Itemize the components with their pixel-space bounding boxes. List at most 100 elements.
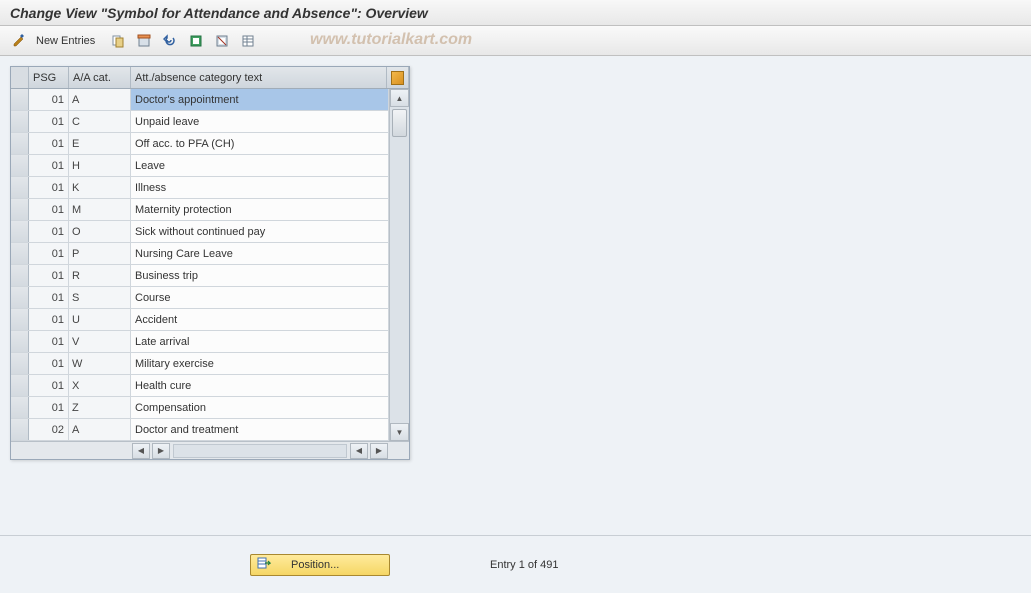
edit-toggle-icon[interactable]	[8, 30, 30, 52]
cell-category: A	[69, 89, 131, 110]
select-all-icon[interactable]	[185, 30, 207, 52]
table-row[interactable]: 01RBusiness trip	[11, 265, 389, 287]
table-row[interactable]: 01WMilitary exercise	[11, 353, 389, 375]
cell-text[interactable]: Military exercise	[131, 353, 389, 374]
row-selector[interactable]	[11, 89, 29, 110]
cell-category: X	[69, 375, 131, 396]
cell-text[interactable]: Unpaid leave	[131, 111, 389, 132]
undo-icon[interactable]	[159, 30, 181, 52]
row-selector[interactable]	[11, 331, 29, 352]
vertical-scrollbar[interactable]: ▲ ▼	[389, 89, 409, 441]
cell-psg: 01	[29, 133, 69, 154]
cell-category: C	[69, 111, 131, 132]
cell-category: V	[69, 331, 131, 352]
table-header: PSG A/A cat. Att./absence category text	[11, 67, 409, 89]
page-title: Change View "Symbol for Attendance and A…	[0, 0, 1031, 26]
deselect-all-icon[interactable]	[211, 30, 233, 52]
scroll-track[interactable]	[390, 107, 409, 423]
scroll-right-small-icon[interactable]: ▶	[152, 443, 170, 459]
cell-category: W	[69, 353, 131, 374]
cell-psg: 01	[29, 265, 69, 286]
cell-category: O	[69, 221, 131, 242]
row-selector[interactable]	[11, 265, 29, 286]
table-row[interactable]: 01CUnpaid leave	[11, 111, 389, 133]
cell-text[interactable]: Late arrival	[131, 331, 389, 352]
copy-icon[interactable]	[107, 30, 129, 52]
cell-psg: 01	[29, 243, 69, 264]
table-row[interactable]: 01HLeave	[11, 155, 389, 177]
table-row[interactable]: 01OSick without continued pay	[11, 221, 389, 243]
table-row[interactable]: 01VLate arrival	[11, 331, 389, 353]
scroll-down-icon[interactable]: ▼	[390, 423, 409, 441]
cell-text[interactable]: Nursing Care Leave	[131, 243, 389, 264]
cell-psg: 01	[29, 155, 69, 176]
new-entries-button[interactable]: New Entries	[36, 35, 95, 47]
cell-text[interactable]: Business trip	[131, 265, 389, 286]
row-selector[interactable]	[11, 353, 29, 374]
cell-text[interactable]: Doctor and treatment	[131, 419, 389, 440]
scroll-up-icon[interactable]: ▲	[390, 89, 409, 107]
table-row[interactable]: 01EOff acc. to PFA (CH)	[11, 133, 389, 155]
cell-category: K	[69, 177, 131, 198]
table-row[interactable]: 01MMaternity protection	[11, 199, 389, 221]
table-row[interactable]: 01UAccident	[11, 309, 389, 331]
cell-text[interactable]: Doctor's appointment	[131, 89, 389, 110]
scroll-thumb[interactable]	[392, 109, 407, 137]
cell-psg: 02	[29, 419, 69, 440]
row-selector[interactable]	[11, 375, 29, 396]
cell-text[interactable]: Illness	[131, 177, 389, 198]
row-selector[interactable]	[11, 177, 29, 198]
row-selector[interactable]	[11, 419, 29, 440]
table-row[interactable]: 01PNursing Care Leave	[11, 243, 389, 265]
cell-text[interactable]: Compensation	[131, 397, 389, 418]
table-row[interactable]: 01ADoctor's appointment	[11, 89, 389, 111]
horizontal-scrollbar: ◀ ▶ ◀ ▶	[11, 441, 409, 459]
cell-psg: 01	[29, 397, 69, 418]
watermark-text: www.tutorialkart.com	[310, 31, 472, 49]
entry-status-text: Entry 1 of 491	[490, 559, 559, 571]
table-row[interactable]: 02ADoctor and treatment	[11, 419, 389, 441]
toolbar: New Entries www.tutorialkart.com	[0, 26, 1031, 56]
table-config-icon[interactable]	[387, 67, 409, 88]
column-header-psg[interactable]: PSG	[29, 67, 69, 88]
cell-text[interactable]: Accident	[131, 309, 389, 330]
row-selector[interactable]	[11, 309, 29, 330]
row-selector[interactable]	[11, 155, 29, 176]
cell-psg: 01	[29, 199, 69, 220]
row-selector[interactable]	[11, 199, 29, 220]
cell-text[interactable]: Maternity protection	[131, 199, 389, 220]
position-button[interactable]: Position...	[250, 554, 390, 576]
scroll-right-icon[interactable]: ▶	[370, 443, 388, 459]
row-selector[interactable]	[11, 111, 29, 132]
table-row[interactable]: 01XHealth cure	[11, 375, 389, 397]
data-table: PSG A/A cat. Att./absence category text …	[10, 66, 410, 460]
row-selector[interactable]	[11, 221, 29, 242]
table-row[interactable]: 01ZCompensation	[11, 397, 389, 419]
table-row[interactable]: 01SCourse	[11, 287, 389, 309]
column-header-text[interactable]: Att./absence category text	[131, 67, 387, 88]
table-view-icon[interactable]	[237, 30, 259, 52]
row-selector[interactable]	[11, 243, 29, 264]
table-row[interactable]: 01KIllness	[11, 177, 389, 199]
row-selector[interactable]	[11, 287, 29, 308]
column-header-category[interactable]: A/A cat.	[69, 67, 131, 88]
cell-text[interactable]: Off acc. to PFA (CH)	[131, 133, 389, 154]
cell-category: U	[69, 309, 131, 330]
content-area: PSG A/A cat. Att./absence category text …	[0, 56, 1031, 593]
select-all-column[interactable]	[11, 67, 29, 88]
scroll-left-icon[interactable]: ◀	[132, 443, 150, 459]
hscroll-track[interactable]	[173, 444, 347, 458]
cell-category: S	[69, 287, 131, 308]
cell-text[interactable]: Course	[131, 287, 389, 308]
scroll-left-end-icon[interactable]: ◀	[350, 443, 368, 459]
cell-psg: 01	[29, 89, 69, 110]
row-selector[interactable]	[11, 397, 29, 418]
cell-text[interactable]: Health cure	[131, 375, 389, 396]
row-selector[interactable]	[11, 133, 29, 154]
cell-category: H	[69, 155, 131, 176]
delete-icon[interactable]	[133, 30, 155, 52]
cell-psg: 01	[29, 221, 69, 242]
cell-text[interactable]: Sick without continued pay	[131, 221, 389, 242]
cell-text[interactable]: Leave	[131, 155, 389, 176]
cell-category: E	[69, 133, 131, 154]
